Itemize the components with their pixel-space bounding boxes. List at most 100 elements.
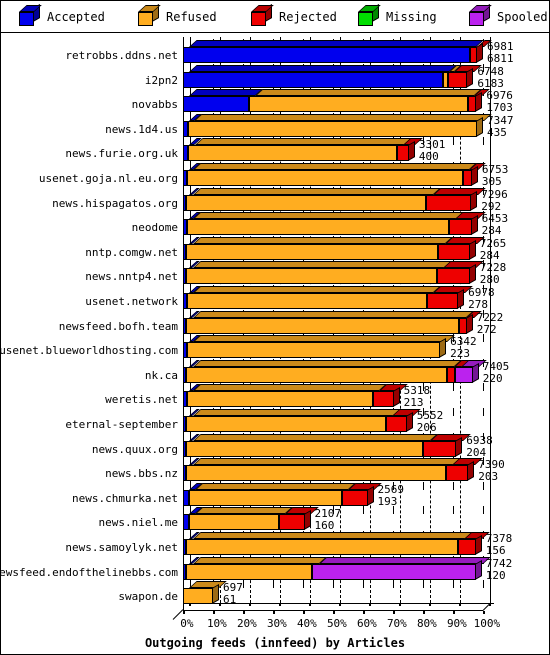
cube-icon xyxy=(469,3,492,26)
x-tick-label: 40% xyxy=(296,617,317,631)
bar-value-total: 6978 xyxy=(468,286,495,299)
bar-value-secondary: 280 xyxy=(479,273,500,287)
bar-segment-side-rejected xyxy=(457,288,465,309)
bar-value-total: 7228 xyxy=(479,261,507,275)
cube-icon xyxy=(251,3,274,26)
bar-segment-refused xyxy=(183,588,213,605)
bar-segment-side-rejected xyxy=(392,387,400,408)
cube-icon xyxy=(358,3,381,26)
bar-segment-top-refused xyxy=(192,458,460,466)
cube-icon xyxy=(19,3,42,26)
bar-value-total: 697 xyxy=(223,581,243,595)
bar-value-secondary: 213 xyxy=(403,396,424,410)
y-axis-label: news.nntp4.net xyxy=(85,270,178,284)
bar-segment-side-refused xyxy=(476,116,483,137)
bar-value-secondary: 160 xyxy=(314,519,335,533)
x-tick-label: 70% xyxy=(386,617,407,631)
bar-value-secondary: 203 xyxy=(478,470,499,484)
cube-icon xyxy=(138,3,161,26)
y-axis-label: news.niel.me xyxy=(98,516,178,530)
bar-segment-top-refused xyxy=(192,212,464,220)
cube-front xyxy=(358,12,373,26)
bar-segment-top-rejected xyxy=(443,261,484,269)
bar-segment-rejected xyxy=(436,268,470,285)
bar-segment-side-rejected xyxy=(407,141,415,162)
legend-item-rejected: Rejected xyxy=(251,3,337,27)
x-tick-mark xyxy=(303,611,305,615)
x-tick-mark-back xyxy=(489,603,491,607)
chart-legend: Accepted Refused Rejected Missing Spooled xyxy=(1,1,549,33)
x-tick-mark xyxy=(213,611,215,615)
bar-segment-refused xyxy=(186,170,463,186)
bar-segment-side-rejected xyxy=(470,215,478,236)
y-axis-label: neodome xyxy=(131,221,178,235)
bar-segment-top-rejected xyxy=(432,286,473,293)
bar-segment-top-refused xyxy=(192,556,327,564)
legend-item-accepted: Accepted xyxy=(19,3,105,27)
bar-segment-top-refused xyxy=(192,261,451,269)
gridline-tick xyxy=(453,580,454,589)
gridline-tick xyxy=(333,580,334,589)
bar-segment-side-rejected xyxy=(475,92,483,113)
bar-segment-rejected xyxy=(447,366,455,383)
gridline-tick xyxy=(273,580,274,589)
bar-segment-refused xyxy=(186,293,427,309)
bar-segment-refused xyxy=(188,145,397,162)
bar-segment-side-refused xyxy=(212,584,219,605)
bar-segment-side-rejected xyxy=(468,239,476,260)
bar-segment-side-rejected xyxy=(474,534,482,555)
gridline-tick xyxy=(453,481,454,490)
bar-segment-refused xyxy=(186,194,427,211)
bar-segment-top-refused xyxy=(192,433,438,441)
bar-value-secondary: 284 xyxy=(481,224,502,238)
bar-segment-rejected xyxy=(385,416,407,432)
bar-segment-rejected xyxy=(372,391,394,408)
x-tick-mark-back xyxy=(219,603,221,607)
bar-segment-top-refused xyxy=(192,359,462,367)
bar-segment-spooled xyxy=(454,366,473,383)
bar-value-total: 6748 xyxy=(477,64,504,78)
bar-segment-top-refused xyxy=(192,187,441,195)
gridline-tick xyxy=(453,408,454,416)
bar-segment-side-spooled xyxy=(474,559,482,580)
bar-segment-rejected xyxy=(449,219,472,236)
bar-value-total: 2569 xyxy=(377,482,405,496)
bar-value-total: 6976 xyxy=(486,89,513,103)
x-tick-mark xyxy=(273,611,275,615)
x-tick-mark-back xyxy=(459,603,461,607)
x-tick-label: 80% xyxy=(416,617,437,631)
gridline-tick xyxy=(363,506,364,515)
bar-value-total: 7265 xyxy=(479,236,507,250)
bar-value-total: 6342 xyxy=(450,335,477,349)
bar-segment-refused xyxy=(249,96,468,113)
bar-value-secondary: 204 xyxy=(466,445,487,459)
x-tick-mark xyxy=(453,611,455,615)
bar-segment-top-refused xyxy=(189,581,228,589)
bar-segment-side-rejected xyxy=(366,485,374,506)
cube-front xyxy=(251,12,266,26)
bar-value-total: 3301 xyxy=(418,138,446,152)
legend-label: Spooled xyxy=(497,10,548,24)
bar-value-total: 6938 xyxy=(466,433,493,447)
bar-segment-top-spooled xyxy=(318,556,490,564)
gridline-tick xyxy=(483,408,484,416)
bar-segment-side-rejected xyxy=(465,313,473,334)
x-tick-label: 50% xyxy=(326,617,347,631)
x-tick-mark xyxy=(183,611,185,615)
bar-segment-top-refused xyxy=(195,482,357,490)
legend-item-missing: Missing xyxy=(358,3,437,27)
y-axis-label: weretis.net xyxy=(105,393,178,407)
bar-segment-rejected xyxy=(438,243,470,260)
y-axis-label: nk.ca xyxy=(144,368,178,382)
bar-value-secondary: 278 xyxy=(468,298,488,311)
bar-segment-refused xyxy=(187,120,477,137)
x-tick-mark xyxy=(243,611,245,615)
bar-segment-accepted xyxy=(183,71,443,88)
bar-value-secondary: 305 xyxy=(481,175,502,188)
x-tick-label: 20% xyxy=(236,617,257,631)
x-tick-mark-back xyxy=(279,603,281,607)
x-tick-label: 30% xyxy=(266,617,287,631)
legend-label: Missing xyxy=(386,10,437,24)
bar-value-total: 6753 xyxy=(481,163,509,176)
bar-value-total: 2107 xyxy=(314,507,342,521)
